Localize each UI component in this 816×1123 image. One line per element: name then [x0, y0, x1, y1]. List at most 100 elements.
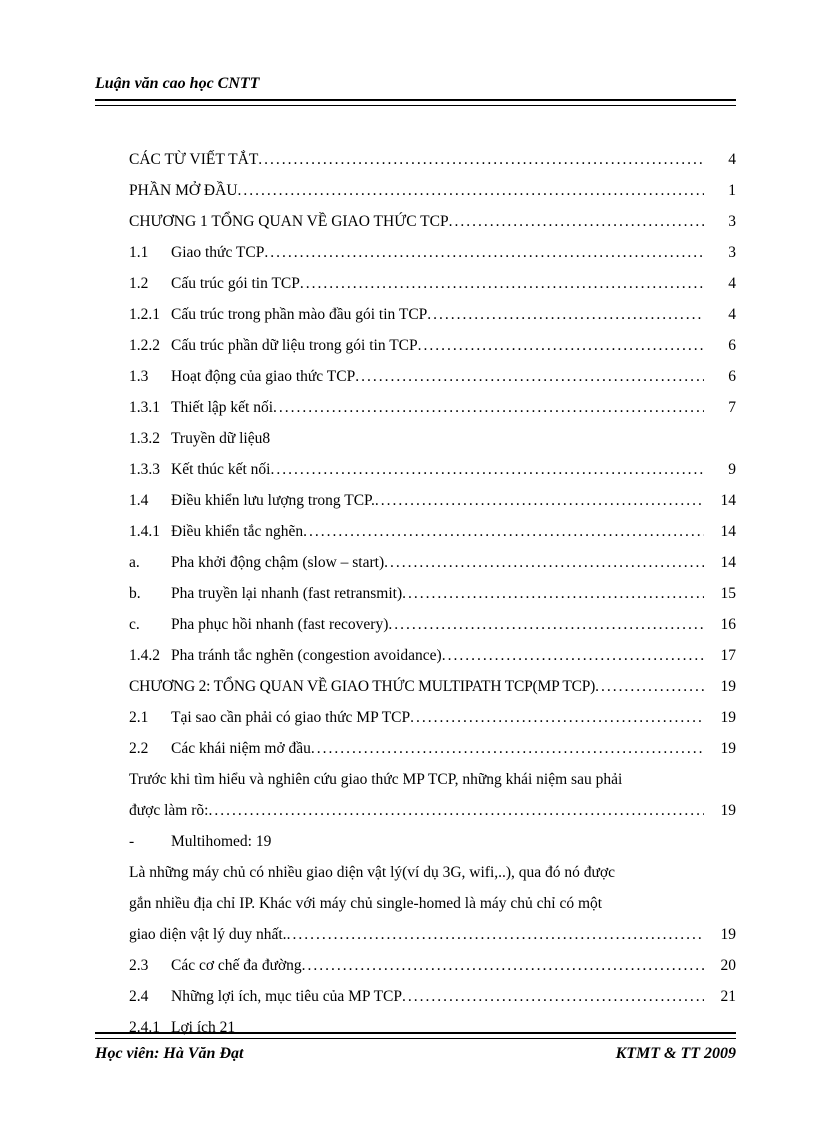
toc-page: 4: [716, 299, 736, 330]
toc-number: 1.4.1: [129, 516, 171, 547]
toc-row: 2.1Tại sao cần phải có giao thức MP TCP 1…: [129, 702, 736, 733]
toc-page: 21: [716, 981, 736, 1012]
toc-title: Cấu trúc gói tin TCP: [171, 268, 300, 299]
toc-title: Pha khởi động chậm (slow – start): [171, 547, 384, 578]
toc-page: 3: [716, 206, 736, 237]
toc-leader: [384, 547, 704, 578]
paragraph-intro: Trước khi tìm hiểu và nghiên cứu giao th…: [129, 764, 736, 795]
header-rule: [95, 99, 736, 106]
toc-leader: [303, 516, 704, 547]
toc-page: 1: [716, 175, 736, 206]
toc-number: 1.3: [129, 361, 171, 392]
toc-title: CÁC TỪ VIẾT TẮT: [129, 144, 258, 175]
toc-number: 2.1: [129, 702, 171, 733]
toc-number: 2.3: [129, 950, 171, 981]
toc-page: 14: [716, 485, 736, 516]
toc-row: CHƯƠNG 1 TỔNG QUAN VỀ GIAO THỨC TCP3: [129, 206, 736, 237]
toc-number: 1.2.2: [129, 330, 171, 361]
toc-page: 16: [716, 609, 736, 640]
toc-number: 1.3.2: [129, 423, 171, 454]
toc-title: Điều khiển lưu lượng trong TCP.: [171, 485, 375, 516]
toc-leader: [375, 485, 704, 516]
toc-page: 4: [716, 268, 736, 299]
toc-row: b.Pha truyền lại nhanh (fast retransmit)…: [129, 578, 736, 609]
toc-row: PHẦN MỞ ĐẦU 1: [129, 175, 736, 206]
toc-number: b.: [129, 578, 171, 609]
toc-title: Cấu trúc phần dữ liệu trong gói tin TCP: [171, 330, 418, 361]
toc-row: 1.4Điều khiển lưu lượng trong TCP.14: [129, 485, 736, 516]
toc-number: 1.3.1: [129, 392, 171, 423]
toc-row: 1.3.3Kết thúc kết nối9: [129, 454, 736, 485]
toc-page: 17: [716, 640, 736, 671]
toc-number: 1.1: [129, 237, 171, 268]
toc-leader: [311, 733, 704, 764]
toc-row: 1.2.1Cấu trúc trong phần mào đầu gói tin…: [129, 299, 736, 330]
toc-row: 1.4.1Điều khiển tắc nghẽn 14: [129, 516, 736, 547]
paragraph-intro-last: được làm rõ: 19: [129, 795, 736, 826]
footer-right: KTMT & TT 2009: [616, 1045, 736, 1063]
toc-row: 1.2Cấu trúc gói tin TCP 4: [129, 268, 736, 299]
footer-left: Học viên: Hà Văn Đạt: [95, 1045, 243, 1063]
toc-title: Pha phục hồi nhanh (fast recovery): [171, 609, 388, 640]
toc-leader: [273, 392, 704, 423]
paragraph-multihomed-last: giao diện vật lý duy nhất. 19: [129, 919, 736, 950]
toc-leader: [302, 950, 704, 981]
toc-number: c.: [129, 609, 171, 640]
toc-number: 1.3.3: [129, 454, 171, 485]
toc-title: Pha truyền lại nhanh (fast retransmit): [171, 578, 402, 609]
toc-page: 14: [716, 516, 736, 547]
toc-title: CHƯƠNG 2: TỔNG QUAN VỀ GIAO THỨC MULTIPA…: [129, 671, 595, 702]
toc-page: 3: [716, 237, 736, 268]
toc-row: 1.3.1Thiết lập kết nối 7: [129, 392, 736, 423]
toc-number: a.: [129, 547, 171, 578]
toc-leader: [449, 206, 704, 237]
toc-page: 14: [716, 547, 736, 578]
toc-title: Truyền dữ liệu8: [171, 423, 270, 454]
toc-title: Thiết lập kết nối: [171, 392, 273, 423]
toc-number: 1.2.1: [129, 299, 171, 330]
toc-page: 9: [716, 454, 736, 485]
toc-row: 2.3Các cơ chế đa đường 20: [129, 950, 736, 981]
toc-page: 19: [716, 702, 736, 733]
toc-leader: [442, 640, 704, 671]
toc-leader: [238, 175, 704, 206]
toc-number: 1.2: [129, 268, 171, 299]
toc-leader: [410, 702, 704, 733]
toc-number: 2.4: [129, 981, 171, 1012]
toc-leader: [595, 671, 704, 702]
toc-row: 2.2Các khái niệm mở đầu19: [129, 733, 736, 764]
paragraph-multihomed-l2: gắn nhiều địa chỉ IP. Khác với máy chủ s…: [129, 888, 736, 919]
footer-rule: [95, 1032, 736, 1039]
toc-leader: [418, 330, 704, 361]
toc-row: 1.2.2Cấu trúc phần dữ liệu trong gói tin…: [129, 330, 736, 361]
toc-page: 19: [716, 671, 736, 702]
toc-leader: [355, 361, 704, 392]
toc-page: 4: [716, 144, 736, 175]
page-header: Luận văn cao học CNTT: [95, 75, 736, 93]
toc-row: 2.4Những lợi ích, mục tiêu của MP TCP21: [129, 981, 736, 1012]
toc-multihomed: - Multihomed: 19: [129, 826, 736, 857]
toc-row: CHƯƠNG 2: TỔNG QUAN VỀ GIAO THỨC MULTIPA…: [129, 671, 736, 702]
toc-leader: [258, 144, 704, 175]
toc-leader: [270, 454, 704, 485]
toc-row: c.Pha phục hồi nhanh (fast recovery) 16: [129, 609, 736, 640]
toc-leader: [402, 981, 704, 1012]
toc-row: 1.3.2Truyền dữ liệu8: [129, 423, 736, 454]
toc-row: 1.3Hoạt động của giao thức TCP6: [129, 361, 736, 392]
toc-leader: [264, 237, 704, 268]
toc-title: Các cơ chế đa đường: [171, 950, 302, 981]
toc-number: 1.4.2: [129, 640, 171, 671]
toc-page: 7: [716, 392, 736, 423]
toc-page: 6: [716, 330, 736, 361]
toc-row: 1.1Giao thức TCP 3: [129, 237, 736, 268]
toc-page: 6: [716, 361, 736, 392]
toc-title: PHẦN MỞ ĐẦU: [129, 175, 238, 206]
toc-leader: [402, 578, 704, 609]
toc-title: Giao thức TCP: [171, 237, 264, 268]
toc-row: a.Pha khởi động chậm (slow – start) 14: [129, 547, 736, 578]
toc-page: 20: [716, 950, 736, 981]
toc-title: Các khái niệm mở đầu: [171, 733, 311, 764]
toc-title: Tại sao cần phải có giao thức MP TCP: [171, 702, 410, 733]
toc-number: 2.2: [129, 733, 171, 764]
toc-title: Điều khiển tắc nghẽn: [171, 516, 303, 547]
